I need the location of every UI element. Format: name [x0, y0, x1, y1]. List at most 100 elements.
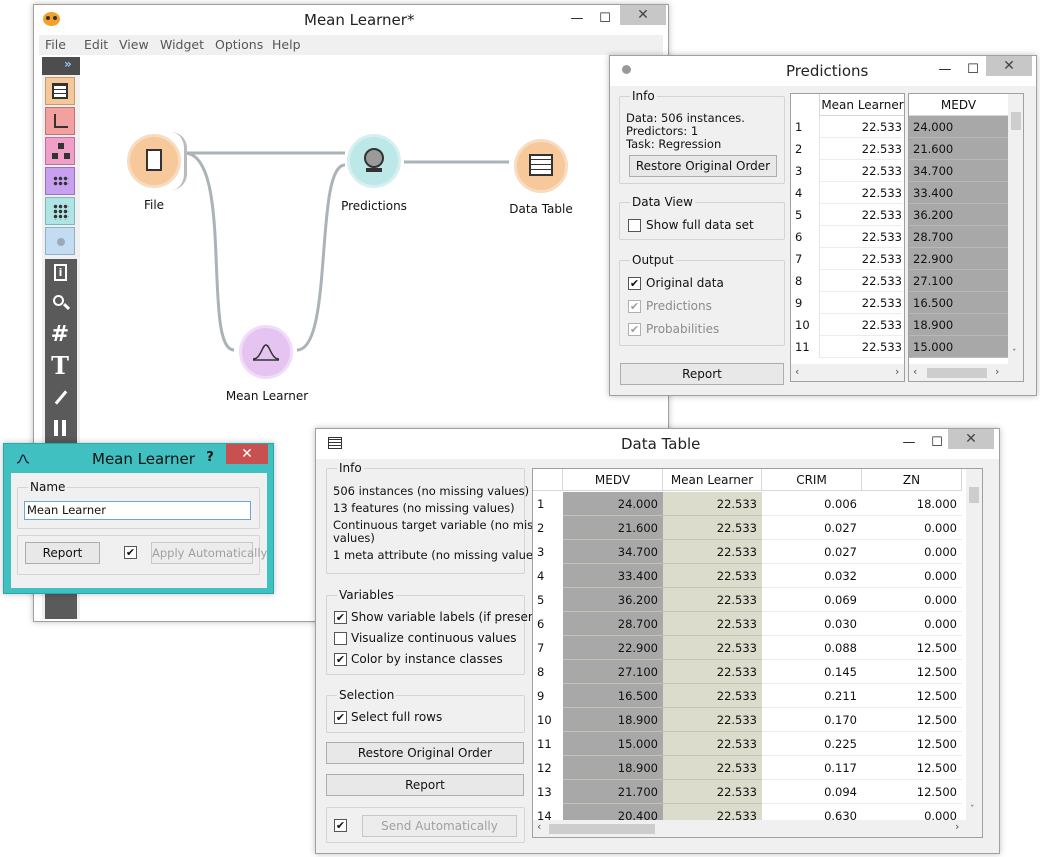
target-cell: 15.000	[909, 336, 1009, 358]
row-number: 11	[537, 737, 552, 751]
horizontal-scrollbar[interactable]: ‹ ›	[909, 364, 1023, 381]
original-data-checkbox[interactable]: ✔	[628, 277, 641, 290]
color-by-label: Color by instance classes	[351, 652, 503, 666]
table-cell: 22.533	[663, 636, 762, 660]
color-by-checkbox[interactable]: ✔	[334, 653, 347, 666]
minimize-button[interactable]: —	[896, 433, 922, 453]
info-line-task: Task: Regression	[626, 137, 722, 151]
output-title: Output	[630, 253, 676, 267]
data-table-node[interactable]	[514, 139, 568, 193]
help-button[interactable]: ?	[197, 448, 223, 468]
name-title: Name	[28, 480, 68, 494]
restore-original-order-button[interactable]: Restore Original Order	[326, 742, 524, 764]
table-cell: 22.533	[663, 780, 762, 804]
select-rows-checkbox[interactable]: ✔	[334, 711, 347, 724]
maximize-button[interactable]: ☐	[924, 433, 950, 453]
apply-automatically-button: Apply Automatically	[151, 542, 267, 564]
data-table-window: Data Table — ☐ ✕ Info 506 instances (no …	[315, 428, 1000, 854]
row-number: 1	[537, 497, 545, 511]
close-button[interactable]: ✕	[986, 56, 1032, 76]
horizontal-scrollbar[interactable]: ‹ ›	[791, 364, 904, 381]
table-cell: 0.000	[862, 564, 962, 588]
info-title: Info	[337, 461, 364, 475]
visualize-checkbox[interactable]	[334, 632, 347, 645]
table-cell: 28.700	[563, 612, 663, 636]
row-number: 8	[795, 274, 803, 288]
table-cell: 22.533	[663, 588, 762, 612]
table-cell: 0.027	[762, 516, 862, 540]
close-button[interactable]: ✕	[226, 444, 268, 464]
column-header-mean-learner[interactable]: Mean Learner	[819, 94, 904, 116]
row-number: 12	[537, 761, 552, 775]
vertical-scrollbar[interactable]: ˆ ˇ	[966, 469, 982, 820]
learner-body: Name Mean Learner Report ✔ Apply Automat…	[11, 473, 267, 588]
table-cell: 0.117	[762, 756, 862, 780]
column-header[interactable]: MEDV	[563, 469, 663, 491]
send-automatically-button: Send Automatically	[362, 815, 517, 837]
table-cell: 12.500	[862, 684, 962, 708]
predictions-window-icon	[622, 65, 631, 74]
table-cell: 18.000	[862, 492, 962, 516]
row-number: 1	[795, 120, 803, 134]
variables-group: Variables ✔ Show variable labels (if pre…	[326, 588, 545, 675]
vertical-scrollbar[interactable]: ˆ ˇ	[1008, 94, 1023, 364]
send-auto-checkbox[interactable]: ✔	[334, 819, 347, 832]
file-icon	[146, 149, 162, 171]
table-cell: 22.900	[563, 636, 663, 660]
row-number: 5	[795, 208, 803, 222]
table-cell: 0.088	[762, 636, 862, 660]
row-number: 10	[537, 713, 552, 727]
table-cell: 12.500	[862, 780, 962, 804]
data-table: MEDV Mean Learner CRIM ZN 1 24.000 22.533 0.00…	[532, 468, 983, 838]
column-header[interactable]: Mean Learner	[663, 469, 762, 491]
row-number: 4	[537, 569, 545, 583]
table-cell: 0.027	[762, 540, 862, 564]
maximize-button[interactable]: ☐	[960, 60, 986, 80]
target-cell: 22.900	[909, 248, 1009, 270]
prediction-cell: 22.533	[819, 182, 902, 204]
name-input[interactable]: Mean Learner	[24, 501, 251, 520]
row-number: 8	[537, 665, 545, 679]
table-cell: 12.500	[862, 732, 962, 756]
info-title: Info	[630, 89, 657, 103]
prediction-cell: 22.533	[819, 138, 902, 160]
output-group: Output ✔ Original data ✔ Predictions ✔ P…	[619, 253, 785, 346]
header-corner	[533, 469, 563, 491]
mean-learner-node[interactable]	[239, 325, 293, 379]
report-button[interactable]: Report	[620, 363, 784, 385]
prediction-cell: 22.533	[819, 292, 902, 314]
row-number: 7	[795, 252, 803, 266]
restore-original-order-button[interactable]: Restore Original Order	[629, 155, 777, 177]
selection-group: Selection ✔ Select full rows	[326, 688, 525, 733]
table-cell: 22.533	[663, 684, 762, 708]
predictions-node[interactable]	[347, 134, 401, 188]
report-button[interactable]: Report	[25, 542, 100, 564]
table-cell: 0.211	[762, 684, 862, 708]
horizontal-scrollbar[interactable]: ‹ ›	[533, 820, 982, 837]
row-number: 2	[537, 521, 545, 535]
target-cell: 34.700	[909, 160, 1009, 182]
info-line-instances: 506 instances (no missing values)	[333, 484, 530, 498]
probabilities-label: Probabilities	[646, 322, 720, 336]
table-cell: 24.000	[563, 492, 663, 516]
info-group: Info 506 instances (no missing values) 1…	[326, 461, 557, 574]
minimize-button[interactable]: —	[932, 60, 958, 80]
apply-auto-checkbox[interactable]: ✔	[124, 546, 137, 559]
table-cell: 22.533	[663, 492, 762, 516]
target-cell: 36.200	[909, 204, 1009, 226]
column-header-medv[interactable]: MEDV	[909, 94, 1009, 116]
row-number: 13	[537, 785, 552, 799]
show-labels-checkbox[interactable]: ✔	[334, 611, 347, 624]
table-cell: 12.500	[862, 636, 962, 660]
table-cell: 33.400	[563, 564, 663, 588]
report-button[interactable]: Report	[326, 774, 524, 796]
table-cell: 27.100	[563, 660, 663, 684]
info-line-predictors: Predictors: 1	[626, 124, 699, 138]
close-button[interactable]: ✕	[948, 429, 994, 449]
show-full-checkbox[interactable]	[628, 219, 641, 232]
selection-title: Selection	[337, 688, 397, 702]
column-header[interactable]: CRIM	[762, 469, 862, 491]
select-rows-label: Select full rows	[351, 710, 443, 724]
target-cell: 16.500	[909, 292, 1009, 314]
column-header[interactable]: ZN	[862, 469, 962, 491]
